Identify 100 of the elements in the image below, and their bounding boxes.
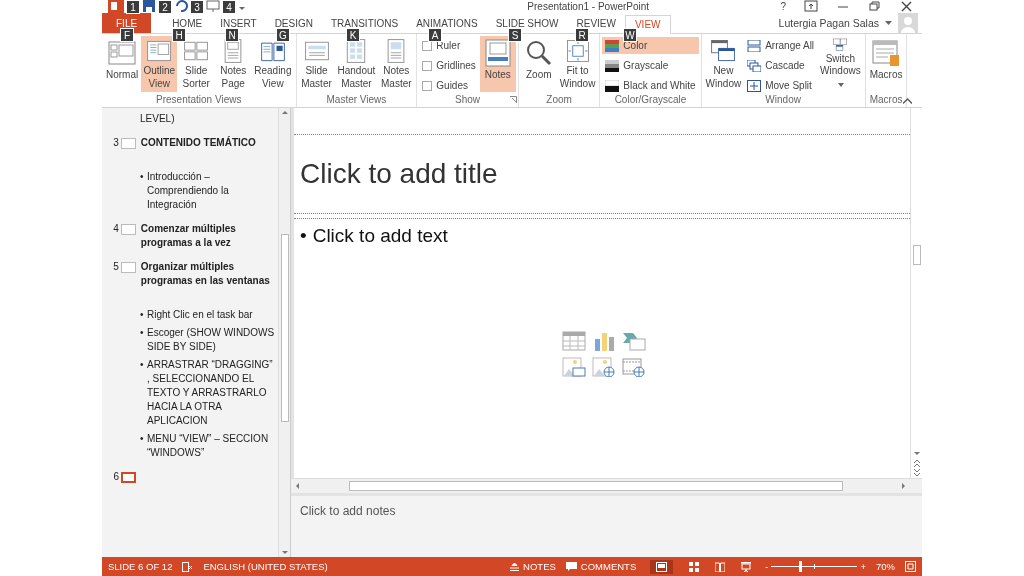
split-window-icon — [747, 79, 762, 92]
bullet-text[interactable]: Right Clic en el task bar — [147, 308, 253, 322]
bullet-marker: • — [140, 358, 145, 372]
bullet-text[interactable]: Introducción – Comprendiendo la Integración — [147, 170, 276, 212]
image-monitor-icon[interactable] — [562, 357, 586, 377]
group-label: Show — [455, 94, 481, 105]
ribbon-button[interactable]: Slide Master — [298, 36, 335, 92]
group-label: Master Views — [326, 94, 387, 105]
previous-slide-icon[interactable] — [912, 458, 921, 468]
zoom-out-button[interactable]: - — [765, 561, 769, 572]
bullet-text[interactable]: MENU “VIEW” – SECCION “WINDOWS” — [147, 432, 276, 460]
language-indicator[interactable]: ENGLISH (UNITED STATES) — [203, 561, 328, 572]
dropdown-caret-icon — [838, 82, 845, 87]
ribbon-button[interactable]: Move Split — [744, 77, 818, 94]
projector-screen-icon[interactable] — [741, 561, 752, 572]
close-icon[interactable] — [900, 0, 914, 12]
scroll-thumb[interactable] — [912, 245, 921, 265]
key-tip: A — [428, 28, 442, 42]
outline-text: LEVEL) — [140, 112, 176, 126]
collapse-ribbon-icon[interactable] — [903, 98, 912, 104]
next-slide-icon[interactable] — [912, 468, 921, 478]
scroll-right-icon[interactable] — [900, 482, 908, 490]
ribbon-button[interactable]: Grayscale — [602, 57, 699, 74]
scroll-thumb[interactable] — [280, 234, 289, 422]
user-name[interactable]: Lutergia Pagan Salas — [778, 17, 879, 29]
key-tip: 2 — [158, 0, 172, 14]
powerpoint-logo-icon[interactable] — [108, 0, 124, 13]
spell-check-icon[interactable] — [182, 561, 194, 572]
key-tip: K — [346, 28, 360, 42]
group-label: Color/Grayscale — [614, 94, 687, 105]
slide-sorter-icon[interactable] — [689, 561, 700, 572]
group-label: Window — [765, 94, 801, 105]
scrollbar[interactable] — [910, 108, 922, 478]
bullet-marker: • — [140, 308, 145, 322]
ribbon-button[interactable]: Zoom — [520, 36, 557, 92]
key-tip: N — [225, 28, 239, 42]
slider-thumb[interactable] — [798, 561, 802, 572]
zoom-level[interactable]: 70% — [876, 561, 895, 572]
scrollbar[interactable] — [278, 108, 290, 557]
bullet-text[interactable]: ARRASTRAR “DRAGGING” , SELECCIONANDO EL TEXTO Y ARRASTRARLO HACIA LA OTRA APLICACION — [147, 358, 276, 428]
normal-view-icon[interactable] — [650, 559, 674, 574]
contrast-swatch-icon — [605, 79, 620, 92]
slide-title[interactable]: CONTENIDO TEMÁTICO — [140, 136, 278, 150]
bullet-marker: • — [140, 432, 145, 446]
comments-toggle[interactable]: COMMENTS — [565, 561, 637, 572]
zoom-in-button[interactable]: + — [860, 561, 866, 572]
window-title: Presentation1 - PowerPoint — [526, 0, 651, 12]
save-icon[interactable] — [142, 0, 156, 13]
dialog-launcher-icon[interactable] — [509, 96, 517, 103]
key-tip: 4 — [222, 0, 236, 14]
scroll-thumb[interactable] — [349, 481, 843, 491]
scrollbar[interactable] — [291, 478, 922, 493]
notes-placeholder[interactable]: Click to add notes — [300, 504, 396, 518]
checkbox[interactable]: Guides — [419, 77, 479, 94]
body-placeholder[interactable]: • Click to add text — [300, 225, 910, 247]
arrange-all-icon — [747, 39, 762, 52]
slide-thumbnail-icon[interactable] — [120, 262, 136, 273]
slide-thumbnail-icon[interactable] — [120, 138, 136, 149]
ribbon-button[interactable]: Notes Master — [378, 36, 415, 92]
table-icon[interactable] — [562, 331, 586, 351]
book-icon[interactable] — [715, 561, 726, 572]
slide-number: 4 — [112, 222, 119, 236]
key-tip: G — [276, 28, 290, 42]
slide-title[interactable]: Comenzar múltiples programas a la vez — [140, 222, 278, 250]
slide-thumbnail-icon[interactable] — [120, 224, 136, 235]
group-label: Zoom — [546, 94, 572, 105]
key-tip: H — [172, 28, 186, 42]
film-globe-icon[interactable] — [622, 357, 646, 377]
key-tip: 1 — [126, 0, 140, 14]
scroll-down-icon[interactable] — [912, 450, 921, 458]
slide-title[interactable]: Organizar múltiples programas en las ventanas — [140, 260, 278, 288]
ribbon-button[interactable]: Cascade — [744, 57, 818, 74]
ribbon-button[interactable]: Arrange All — [744, 37, 818, 54]
ribbon-button[interactable]: Black and White — [602, 77, 699, 94]
bullet-text[interactable]: Escoger (SHOW WINDOWS SIDE BY SIDE) — [147, 326, 276, 354]
undo-icon[interactable] — [174, 0, 188, 13]
group-label: Macros — [869, 94, 903, 105]
restore-icon[interactable] — [868, 0, 882, 12]
fit-slide-icon[interactable] — [905, 561, 916, 572]
image-globe-icon[interactable] — [592, 357, 616, 377]
help-button[interactable]: ? — [780, 0, 786, 12]
slide-thumbnail-icon[interactable] — [121, 472, 136, 483]
dropdown-caret-icon[interactable] — [885, 20, 892, 26]
dropdown-button[interactable]: Switch Windows — [818, 36, 863, 92]
notes-toggle[interactable]: NOTES — [510, 561, 556, 572]
key-tip: W — [623, 28, 637, 42]
cascade-icon — [747, 59, 762, 72]
group-label: Presentation Views — [156, 94, 242, 105]
arrow-card-icon[interactable] — [622, 331, 646, 351]
color-swatch-icon — [605, 39, 620, 52]
grayscale-swatch-icon — [605, 59, 620, 72]
presentation-icon[interactable] — [206, 0, 220, 13]
bar-chart-icon[interactable] — [592, 331, 616, 351]
ribbon-button[interactable]: Macros — [867, 36, 905, 92]
checkbox[interactable]: Gridlines — [419, 57, 479, 74]
ribbon-button[interactable]: New Window — [703, 36, 744, 92]
key-tip: F — [120, 28, 134, 42]
bullet-marker: • — [140, 326, 145, 340]
key-tip: 3 — [190, 0, 204, 14]
ribbon-options-icon[interactable] — [804, 0, 818, 12]
